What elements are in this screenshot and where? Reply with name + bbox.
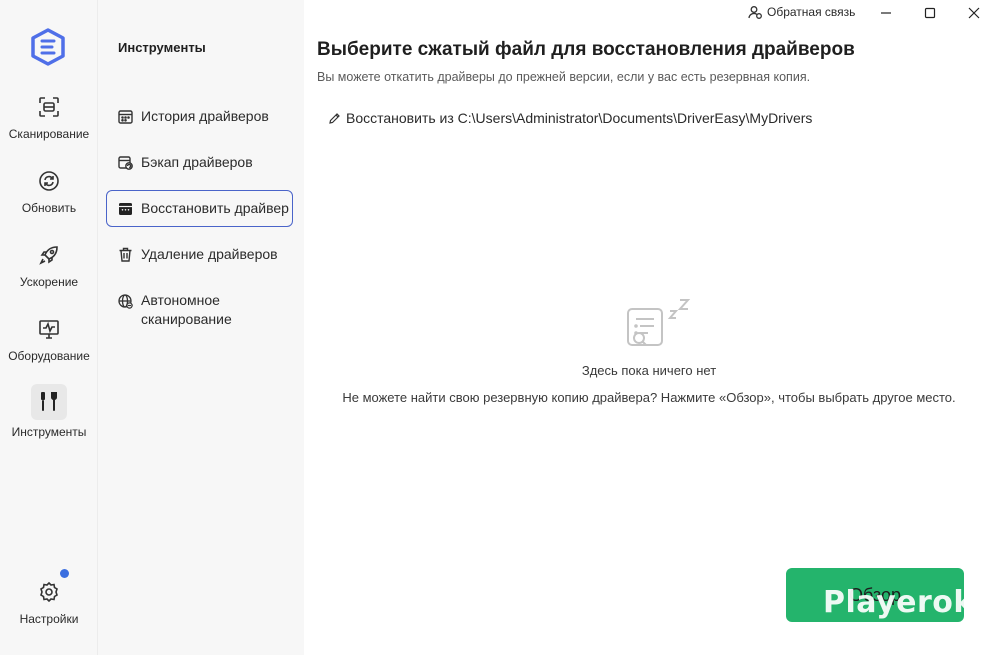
empty-state-text: Здесь пока ничего нет — [581, 363, 717, 378]
nav-rail: Сканирование Обновить Ускорение Оборудов… — [0, 0, 98, 655]
refresh-icon — [34, 166, 64, 196]
tool-item-label: История драйверов — [141, 108, 269, 124]
rocket-icon — [34, 240, 64, 270]
nav-item-label: Сканирование — [8, 127, 90, 141]
scan-icon — [34, 92, 64, 122]
feedback-button[interactable]: Обратная связь — [748, 5, 855, 19]
close-button[interactable] — [959, 2, 989, 24]
nav-item-tools[interactable]: Инструменты — [0, 384, 98, 448]
empty-state-hint: Не можете найти свою резервную копию дра… — [342, 390, 956, 405]
restore-path-link[interactable]: Восстановить из C:\Users\Administrator\D… — [328, 110, 812, 126]
calendar-icon — [117, 109, 133, 125]
tools-icon — [31, 384, 67, 420]
pencil-icon — [329, 112, 340, 124]
tool-item-label-line2: сканирование — [141, 311, 232, 327]
backup-icon — [117, 155, 133, 171]
tools-title: Инструменты — [118, 40, 206, 55]
tool-item-restore-driver[interactable]: Восстановить драйвер — [106, 190, 293, 227]
restore-icon — [117, 201, 133, 217]
feedback-label: Обратная связь — [767, 5, 856, 19]
maximize-icon — [924, 7, 936, 19]
tool-item-label: Автономное сканирование — [141, 291, 232, 329]
gear-icon — [34, 577, 64, 607]
nav-item-scan[interactable]: Сканирование — [0, 92, 98, 156]
nav-item-update[interactable]: Обновить — [0, 166, 98, 230]
monitor-pulse-icon — [34, 314, 64, 344]
nav-item-label: Настройки — [19, 612, 79, 626]
feedback-user-icon — [748, 6, 762, 19]
tools-panel: Инструменты История драйверов Бэкап драй… — [98, 0, 304, 655]
tool-item-offline-scan[interactable]: Автономное сканирование — [106, 286, 293, 332]
nav-item-label: Обновить — [21, 201, 77, 215]
tool-item-driver-backup[interactable]: Бэкап драйверов — [106, 144, 293, 181]
minimize-icon — [881, 12, 891, 14]
app-logo-icon — [31, 28, 65, 66]
nav-item-label: Ускорение — [19, 275, 79, 289]
tool-item-driver-history[interactable]: История драйверов — [106, 98, 293, 135]
page-subtitle: Вы можете откатить драйверы до прежней в… — [317, 70, 811, 84]
tool-item-label: Восстановить драйвер — [141, 200, 289, 216]
empty-state-icon — [627, 299, 691, 346]
tool-item-label: Удаление драйверов — [141, 246, 278, 262]
nav-item-label: Оборудование — [8, 349, 90, 363]
nav-item-hardware[interactable]: Оборудование — [0, 314, 98, 378]
trash-icon — [117, 247, 133, 263]
tool-item-label: Бэкап драйверов — [141, 154, 253, 170]
page-title: Выберите сжатый файл для восстановления … — [317, 39, 855, 60]
restore-path-label: Восстановить из C:\Users\Administrator\D… — [346, 110, 813, 126]
nav-item-settings[interactable]: Настройки — [0, 577, 98, 641]
maximize-button[interactable] — [915, 2, 945, 24]
tool-item-driver-uninstall[interactable]: Удаление драйверов — [106, 236, 293, 273]
nav-item-boost[interactable]: Ускорение — [0, 240, 98, 304]
nav-item-label: Инструменты — [11, 425, 87, 439]
watermark: Playerok — [823, 585, 974, 620]
globe-icon — [117, 293, 133, 309]
notification-dot — [60, 569, 69, 578]
close-icon — [968, 7, 980, 19]
minimize-button[interactable] — [871, 2, 901, 24]
tool-item-label-line1: Автономное — [141, 292, 220, 308]
